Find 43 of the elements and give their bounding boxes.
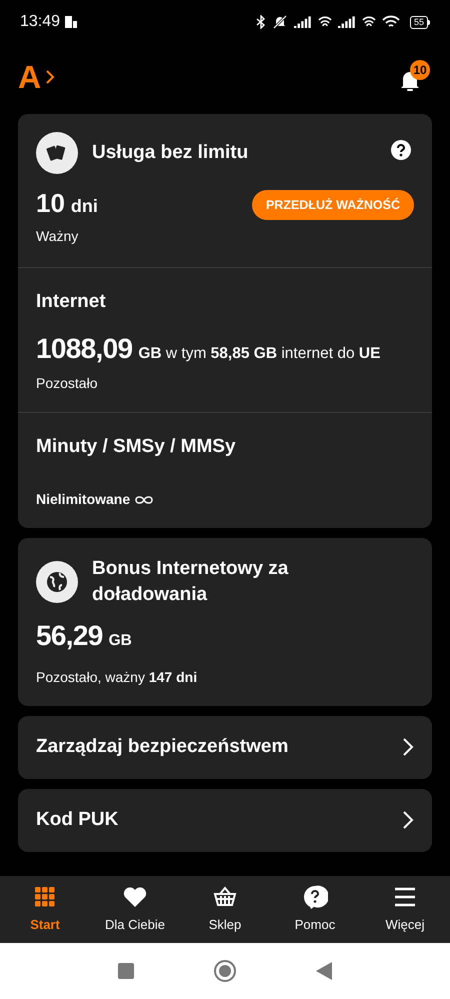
nav-tab[interactable]: Start xyxy=(0,876,90,943)
link-row[interactable]: Zarządzaj bezpieczeństwem xyxy=(18,716,432,778)
chevron-right-icon xyxy=(45,69,56,85)
cards-icon xyxy=(36,132,78,174)
battery-indicator: 55 xyxy=(410,16,430,28)
help-icon[interactable] xyxy=(391,140,411,160)
wifi-icon xyxy=(382,15,400,29)
bonus-unit: GB xyxy=(108,631,132,652)
nav-tab[interactable]: Pomoc xyxy=(270,876,360,943)
globe-icon xyxy=(36,561,78,604)
section-title: Internet xyxy=(36,290,107,314)
chevron-right-icon xyxy=(402,737,414,757)
home-button[interactable] xyxy=(214,960,236,982)
muted-bell-icon xyxy=(272,15,288,29)
infinity-icon xyxy=(134,494,154,506)
link-row[interactable]: Kod PUK xyxy=(18,788,432,852)
validity-label: Ważny xyxy=(36,227,80,246)
back-button[interactable] xyxy=(316,962,332,980)
wifi-icon xyxy=(318,15,332,29)
app-notification-icon xyxy=(64,15,78,29)
nav-tab[interactable]: Więcej xyxy=(360,876,450,943)
remaining-label: Pozostało xyxy=(36,374,98,393)
card-title: Bonus Internetowy za doładowania xyxy=(92,557,290,608)
section-title: Minuty / SMSy / MMSy xyxy=(36,434,237,459)
bonus-validity-note: Pozostało, ważny 147 dni xyxy=(36,668,198,687)
nav-tab[interactable]: Sklep xyxy=(180,876,270,943)
signal-icon xyxy=(294,16,312,28)
nav-tab[interactable]: Dla Ciebie xyxy=(90,876,180,943)
data-amount: 1088,09 xyxy=(36,334,132,362)
notification-badge: 10 xyxy=(410,60,430,80)
days-unit: dni xyxy=(70,195,98,218)
data-detail: GB w tym 58,85 GB internet do UE xyxy=(138,344,380,364)
card-title: Usługa bez limitu xyxy=(92,140,250,165)
chevron-right-icon xyxy=(402,810,414,830)
days-value: 10 xyxy=(36,190,65,216)
help-bubble-icon xyxy=(302,884,328,910)
status-time: 13:49 xyxy=(20,12,60,32)
account-button[interactable]: A xyxy=(18,61,56,93)
wifi-icon xyxy=(362,15,376,29)
unlimited-label: Nielimitowane xyxy=(36,490,130,510)
bonus-amount: 56,29 xyxy=(36,622,103,650)
signal-icon xyxy=(338,16,356,28)
bluetooth-icon xyxy=(256,15,266,29)
